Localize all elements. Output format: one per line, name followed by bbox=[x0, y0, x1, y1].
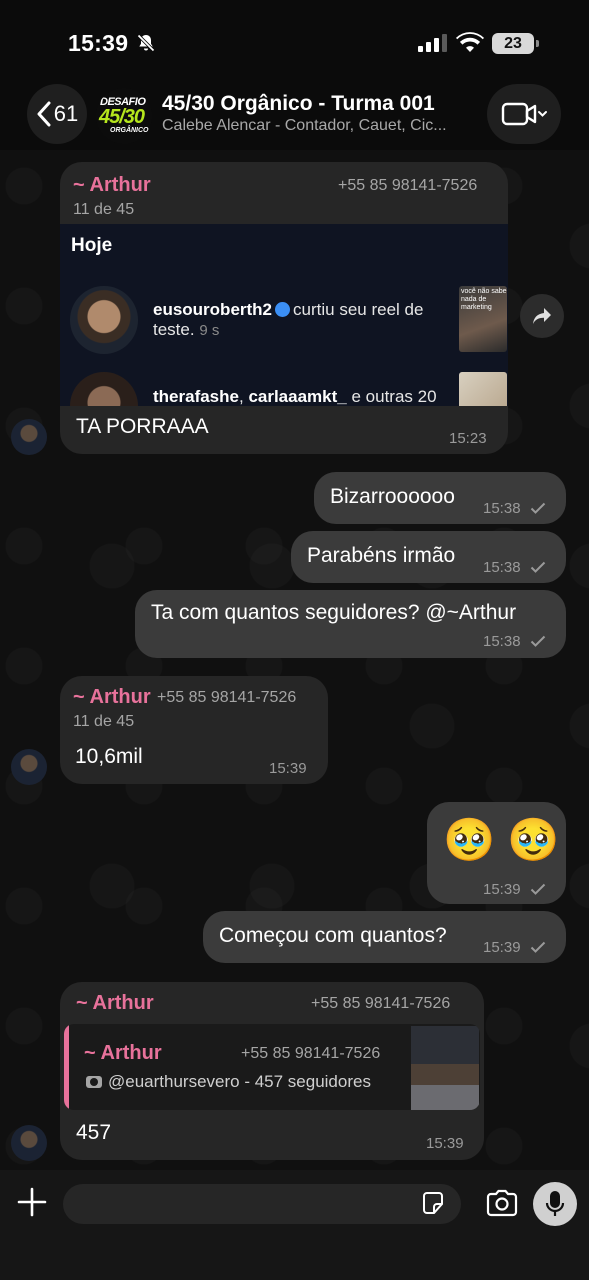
message-time: 15:39 bbox=[269, 760, 307, 777]
avatar[interactable] bbox=[11, 1125, 47, 1161]
screenshot-avatar bbox=[70, 286, 138, 354]
composer-bar bbox=[0, 1170, 589, 1280]
sender-phone: +55 85 98141-7526 bbox=[311, 995, 451, 1012]
camera-icon[interactable] bbox=[485, 1188, 519, 1218]
screenshot-notification-line1: eusouroberth2 curtiu seu reel de bbox=[153, 300, 423, 320]
read-check-icon bbox=[530, 502, 546, 514]
avatar[interactable] bbox=[11, 419, 47, 455]
forward-button[interactable] bbox=[520, 294, 564, 338]
sender-name[interactable]: ~ Arthur bbox=[73, 686, 151, 709]
quote-text: @euarthursevero - 457 seguidores bbox=[108, 1072, 371, 1091]
read-check-icon bbox=[530, 883, 546, 895]
group-title[interactable]: 45/30 Orgânico - Turma 001 bbox=[162, 92, 435, 116]
sender-name[interactable]: ~ Arthur bbox=[73, 174, 151, 197]
sender-phone: +55 85 98141-7526 bbox=[157, 689, 297, 706]
screenshot-text: e outras 20 bbox=[351, 387, 437, 406]
screenshot-avatar bbox=[70, 372, 138, 406]
voice-record-button[interactable] bbox=[533, 1182, 577, 1226]
bell-slash-icon bbox=[137, 34, 155, 52]
message-time: 15:38 bbox=[483, 559, 521, 576]
screenshot-username: eusouroberth2 bbox=[153, 300, 273, 319]
group-members[interactable]: Calebe Alencar - Contador, Cauet, Cic... bbox=[162, 117, 467, 135]
sender-name[interactable]: ~ Arthur bbox=[76, 992, 154, 1015]
sticker-icon[interactable] bbox=[420, 1190, 446, 1216]
sender-phone: +55 85 98141-7526 bbox=[338, 177, 478, 194]
wifi-icon bbox=[456, 32, 484, 52]
group-logo-line2: 45/30 bbox=[99, 106, 145, 128]
message-time: 15:39 bbox=[483, 881, 521, 898]
reel-thumbnail-caption: você não sabe nada de marketing bbox=[461, 288, 507, 311]
message-time: 15:39 bbox=[483, 939, 521, 956]
plus-icon[interactable] bbox=[16, 1186, 48, 1218]
read-check-icon bbox=[530, 635, 546, 647]
message-text: 457 bbox=[76, 1121, 112, 1144]
battery-indicator: 23 bbox=[492, 33, 539, 54]
group-logo-line3: ORGÂNICO bbox=[110, 127, 149, 134]
back-button[interactable]: 61 bbox=[27, 84, 87, 144]
quote-phone: +55 85 98141-7526 bbox=[241, 1045, 381, 1062]
video-call-button[interactable] bbox=[487, 84, 561, 144]
message-text: TA PORRAAA bbox=[76, 415, 209, 438]
screenshot-reel-thumbnail: você não sabe nada de marketing bbox=[459, 286, 507, 352]
message-text: Ta com quantos seguidores? @~Arthur bbox=[151, 601, 517, 624]
video-camera-icon bbox=[501, 102, 547, 126]
message-text: 🥹 🥹 bbox=[443, 816, 560, 863]
share-forward-icon bbox=[533, 308, 551, 324]
message-time: 15:38 bbox=[483, 633, 521, 650]
signal-icon bbox=[418, 34, 447, 52]
screenshot-notification-line2: teste. 9 s bbox=[153, 320, 219, 340]
sender-subinfo: 11 de 45 bbox=[73, 713, 135, 730]
avatar[interactable] bbox=[11, 749, 47, 785]
screenshot-post-thumbnail bbox=[459, 372, 507, 406]
read-check-icon bbox=[530, 561, 546, 573]
status-time: 15:39 bbox=[68, 30, 129, 56]
message-time: 15:38 bbox=[483, 500, 521, 517]
screenshot-text-cont: teste. bbox=[153, 320, 195, 339]
quoted-message[interactable]: ~ Arthur +55 85 98141-7526 @euarthurseve… bbox=[64, 1024, 480, 1110]
chat-header: 61 DESAFIO 45/30 ORGÂNICO 45/30 Orgânico… bbox=[0, 80, 589, 152]
message-text: 10,6mil bbox=[75, 745, 143, 768]
chevron-left-icon bbox=[37, 101, 51, 127]
camera-icon bbox=[86, 1076, 102, 1088]
quote-thumbnail bbox=[411, 1026, 479, 1110]
sender-subinfo: 11 de 45 bbox=[73, 201, 135, 218]
screenshot-heading: Hoje bbox=[71, 235, 113, 256]
attached-screenshot[interactable]: Hoje eusouroberth2 curtiu seu reel de tes… bbox=[60, 224, 508, 406]
message-input[interactable] bbox=[63, 1184, 461, 1224]
message-time: 15:23 bbox=[449, 430, 487, 447]
message-time: 15:39 bbox=[426, 1135, 464, 1152]
microphone-icon bbox=[545, 1191, 565, 1216]
message-text: Parabéns irmão bbox=[307, 544, 456, 567]
status-bar: 15:39 23 bbox=[0, 0, 589, 80]
screenshot-age: 9 s bbox=[199, 322, 220, 339]
screenshot-notification-line3: therafashe, carlaaamkt_ e outras 20 bbox=[153, 387, 437, 406]
message-text: Bizarroooooo bbox=[330, 485, 455, 508]
group-avatar[interactable]: DESAFIO 45/30 ORGÂNICO bbox=[96, 88, 152, 144]
unread-count: 61 bbox=[53, 101, 79, 126]
quote-text-row: @euarthursevero - 457 seguidores bbox=[86, 1072, 371, 1092]
quote-accent-bar bbox=[64, 1024, 69, 1110]
screenshot-username: therafashe bbox=[153, 387, 239, 406]
verified-badge-icon bbox=[275, 302, 291, 317]
screenshot-username: carlaaamkt_ bbox=[248, 387, 347, 406]
screenshot-text: curtiu seu reel de bbox=[293, 300, 424, 319]
message-text: Começou com quantos? bbox=[219, 924, 447, 947]
quote-sender: ~ Arthur bbox=[84, 1042, 162, 1064]
read-check-icon bbox=[530, 941, 546, 953]
